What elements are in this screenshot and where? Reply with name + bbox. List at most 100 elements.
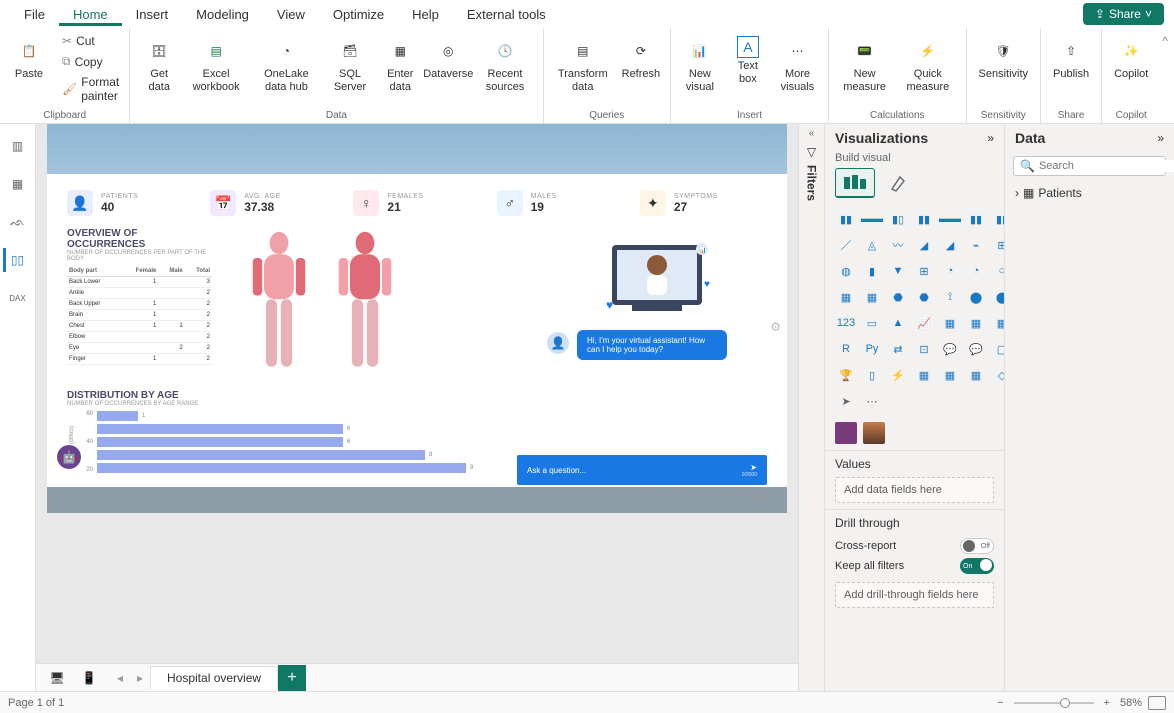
prev-page-button[interactable]: ◂ (110, 671, 130, 685)
viz-type-icon[interactable]: 123 (835, 312, 857, 334)
viz-type-icon[interactable]: ⌁ (965, 234, 987, 256)
send-icon[interactable]: ➤ (750, 463, 757, 472)
table-view-button[interactable]: ▦ (6, 172, 30, 196)
dash-note-link[interactable]: HERE (750, 493, 767, 499)
report-page[interactable]: 👤 PATIENTS 40 📅 AVG. AGE 37.38 ♀ FEMALES… (47, 124, 787, 513)
menu-external[interactable]: External tools (453, 3, 560, 26)
viz-type-icon[interactable]: ○ (991, 260, 1004, 282)
recent-sources-button[interactable]: 🕓Recent sources (473, 32, 536, 98)
menu-insert[interactable]: Insert (122, 3, 183, 26)
publish-button[interactable]: ⇧Publish (1047, 32, 1095, 85)
drill-well[interactable]: Add drill-through fields here (835, 582, 994, 608)
viz-type-icon[interactable]: ▮ (861, 260, 883, 282)
viz-type-icon[interactable]: ▮▮ (913, 208, 935, 230)
viz-type-icon[interactable]: ⬣ (887, 286, 909, 308)
viz-type-icon[interactable]: ▬▬ (939, 208, 961, 230)
zoom-out-button[interactable]: − (993, 697, 1007, 709)
viz-type-icon[interactable]: ▼ (887, 260, 909, 282)
cross-report-toggle[interactable]: Off (960, 538, 994, 554)
custom-visual-1[interactable] (835, 422, 857, 444)
viz-type-icon[interactable]: ▦ (835, 286, 857, 308)
report-view-button[interactable]: ▥ (6, 134, 30, 158)
values-well[interactable]: Add data fields here (835, 477, 994, 503)
viz-type-icon[interactable]: 〰 (887, 234, 909, 256)
sensitivity-button[interactable]: 🛡Sensitivity (973, 32, 1035, 85)
paste-button[interactable]: 📋 Paste (6, 32, 52, 85)
viz-type-icon[interactable]: ▭ (861, 312, 883, 334)
mobile-layout-button[interactable]: 📱 (76, 668, 102, 688)
copilot-button[interactable]: ✨Copilot (1108, 32, 1154, 85)
zoom-in-button[interactable]: + (1100, 697, 1114, 709)
viz-type-icon[interactable]: 📈 (913, 312, 935, 334)
viz-type-icon[interactable]: ▦ (965, 364, 987, 386)
menu-optimize[interactable]: Optimize (319, 3, 398, 26)
viz-type-icon[interactable]: ▦ (939, 312, 961, 334)
text-box-button[interactable]: AText box (725, 32, 771, 90)
chat-settings-icon[interactable]: ⚙ (770, 320, 781, 334)
collapse-viz-button[interactable]: » (987, 131, 994, 145)
format-visual-tab[interactable] (881, 168, 921, 198)
viz-type-icon[interactable]: ⟟ (939, 286, 961, 308)
viz-type-icon[interactable]: ⇄ (887, 338, 909, 360)
fit-page-button[interactable] (1148, 696, 1166, 710)
viz-type-icon[interactable]: ▯ (861, 364, 883, 386)
viz-type-icon[interactable]: ⬤ (991, 286, 1004, 308)
viz-type-icon[interactable]: Py (861, 338, 883, 360)
viz-type-icon[interactable]: R (835, 338, 857, 360)
viz-type-icon[interactable]: ⬣ (913, 286, 935, 308)
chat-input[interactable]: Ask a question... ➤ 0/2000 (517, 455, 767, 485)
model-view-button[interactable]: ᨒ (6, 210, 30, 234)
viz-type-icon[interactable]: ⬤ (965, 286, 987, 308)
add-page-button[interactable]: + (278, 665, 306, 691)
new-visual-button[interactable]: 📊New visual (677, 32, 723, 98)
viz-type-icon[interactable]: ⊡ (913, 338, 935, 360)
zoom-thumb[interactable] (1060, 698, 1070, 708)
viz-type-icon[interactable]: ▮▮ (835, 208, 857, 230)
viz-type-icon[interactable]: ▦ (965, 312, 987, 334)
viz-type-icon[interactable]: ➤ (835, 390, 857, 412)
viz-type-icon[interactable]: ⊞ (913, 260, 935, 282)
desktop-layout-button[interactable]: 🖥 (44, 668, 70, 688)
viz-type-icon[interactable]: ▢ (991, 338, 1004, 360)
build-visual-tab[interactable] (835, 168, 875, 198)
viz-type-icon[interactable]: ◢ (913, 234, 935, 256)
search-input[interactable] (1039, 160, 1174, 172)
viz-type-icon[interactable]: ◢ (939, 234, 961, 256)
table-patients[interactable]: › ▦ Patients (1015, 184, 1164, 202)
viz-type-icon[interactable]: ◍ (835, 260, 857, 282)
data-search[interactable]: 🔍 (1013, 156, 1166, 176)
viz-type-icon[interactable]: ◬ (861, 234, 883, 256)
viz-type-icon[interactable]: ◔ (939, 260, 961, 282)
sql-button[interactable]: 🗃SQL Server (325, 32, 375, 98)
viz-type-icon[interactable]: 💬 (939, 338, 961, 360)
format-painter-button[interactable]: 🖌Format painter (58, 73, 123, 105)
expand-filters-button[interactable]: « (809, 128, 815, 139)
custom-visual-2[interactable] (863, 422, 885, 444)
viz-type-icon[interactable]: 💬 (965, 338, 987, 360)
menu-modeling[interactable]: Modeling (182, 3, 263, 26)
enter-data-button[interactable]: ▦Enter data (377, 32, 423, 98)
next-page-button[interactable]: ▸ (130, 671, 150, 685)
viz-type-icon[interactable]: ▮▮ (965, 208, 987, 230)
viz-type-icon[interactable]: ▦ (913, 364, 935, 386)
quick-measure-button[interactable]: ⚡Quick measure (896, 32, 959, 98)
ribbon-collapse[interactable]: ^ (1160, 28, 1174, 123)
viz-type-icon[interactable]: ▬▬ (861, 208, 883, 230)
dax-query-button[interactable]: DAX (6, 286, 30, 310)
new-measure-button[interactable]: 📟New measure (835, 32, 894, 98)
share-button[interactable]: ⇪ Share ˅ (1083, 3, 1164, 25)
viz-type-icon[interactable]: ▮▮ (991, 208, 1004, 230)
viz-type-icon[interactable]: ／ (835, 234, 857, 256)
viz-type-icon[interactable]: ▦ (939, 364, 961, 386)
copilot-badge-icon[interactable]: 🤖 (57, 445, 81, 469)
menu-file[interactable]: File (10, 3, 59, 26)
viz-type-icon[interactable]: ◔ (965, 260, 987, 282)
zoom-slider[interactable] (1014, 702, 1094, 704)
dax-view-button[interactable]: ▯▯ (3, 248, 27, 272)
keep-filters-toggle[interactable]: On (960, 558, 994, 574)
canvas-scroll[interactable]: 👤 PATIENTS 40 📅 AVG. AGE 37.38 ♀ FEMALES… (36, 124, 798, 663)
viz-type-icon[interactable]: ⋯ (861, 390, 883, 412)
menu-home[interactable]: Home (59, 3, 122, 26)
viz-type-icon[interactable]: ⊞ (991, 234, 1004, 256)
onelake-button[interactable]: ◔OneLake data hub (250, 32, 323, 98)
